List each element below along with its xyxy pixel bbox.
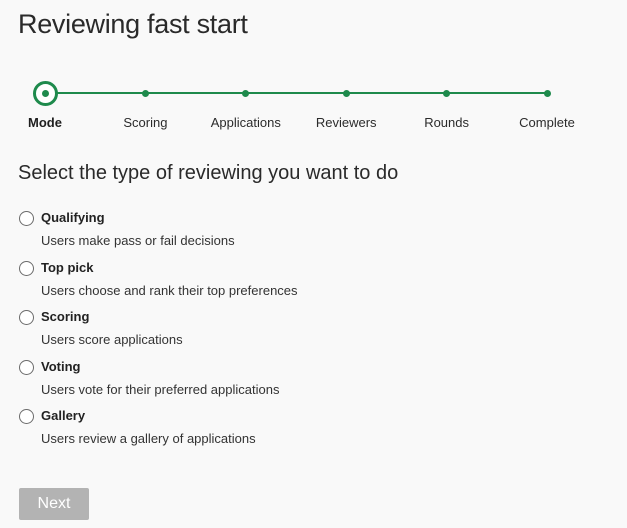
step-current-indicator-icon [32, 81, 58, 106]
step-dot-icon [443, 90, 451, 97]
step-label: Rounds [424, 115, 469, 130]
fast-start-page: Reviewing fast start Mode Scoring Applic… [0, 0, 627, 528]
step-label: Reviewers [315, 115, 377, 130]
step-label: Applications [210, 115, 281, 130]
step-dot-icon [342, 90, 350, 97]
radio-button[interactable] [19, 409, 34, 424]
radio-button[interactable] [19, 260, 34, 276]
option-title[interactable]: Gallery [41, 408, 85, 423]
next-button[interactable]: Next [19, 488, 89, 520]
section-heading: Select the type of reviewing you want to… [18, 162, 399, 184]
radio-button[interactable] [19, 310, 34, 325]
radio-button[interactable] [19, 359, 34, 375]
radio-button[interactable] [19, 211, 34, 226]
option-description: Users vote for their preferred applicati… [41, 381, 280, 397]
step-label: Mode [28, 115, 62, 130]
option-title[interactable]: Scoring [41, 309, 89, 324]
step-label: Complete [519, 115, 575, 130]
progress-stepper: Mode Scoring Applications Reviewers Roun… [0, 78, 627, 138]
stepper-track [45, 92, 547, 94]
option-description: Users choose and rank their top preferen… [41, 282, 298, 298]
page-title: Reviewing fast start [18, 9, 248, 39]
step-dot-icon [141, 90, 149, 97]
step-label: Scoring [123, 115, 168, 130]
option-title[interactable]: Voting [41, 359, 80, 374]
option-title[interactable]: Qualifying [41, 210, 105, 225]
option-description: Users review a gallery of applications [41, 431, 256, 446]
option-title[interactable]: Top pick [41, 260, 93, 275]
step-dot-icon [242, 90, 250, 97]
option-description: Users score applications [41, 332, 183, 347]
option-description: Users make pass or fail decisions [41, 233, 235, 248]
step-dot-icon [543, 90, 551, 97]
